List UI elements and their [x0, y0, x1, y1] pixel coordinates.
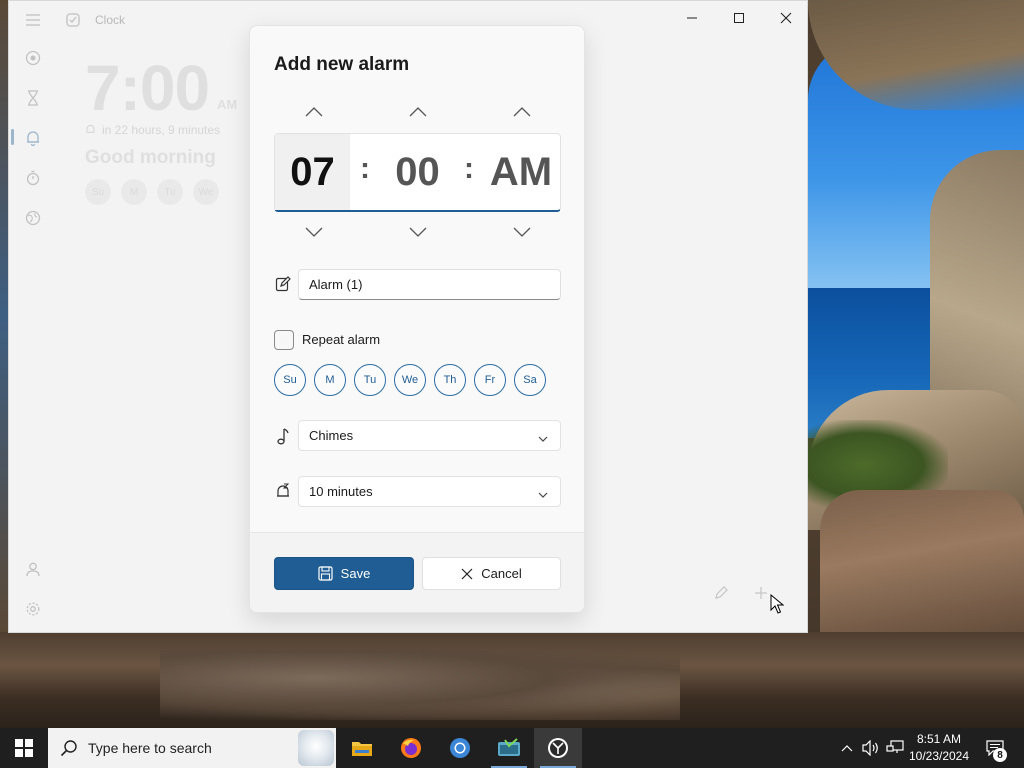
taskbar-time: 8:51 AM	[916, 732, 962, 746]
network-button[interactable]	[884, 728, 906, 768]
account-icon[interactable]	[23, 559, 43, 579]
chevron-down-icon	[538, 486, 548, 501]
time-separator: :	[464, 152, 474, 185]
timer-icon[interactable]	[23, 88, 43, 108]
network-icon	[886, 740, 904, 753]
alarm-card-day: M	[121, 179, 147, 205]
stopwatch-icon[interactable]	[23, 168, 43, 188]
clock-app-icon	[65, 12, 81, 28]
alarm-sound-dropdown[interactable]: Chimes	[298, 420, 561, 451]
windows-logo-icon	[15, 739, 33, 757]
settings-gear-icon[interactable]	[23, 599, 43, 619]
minute-down-chevron-icon[interactable]	[398, 220, 438, 244]
taskbar-file-explorer[interactable]	[338, 728, 386, 768]
active-nav-indicator	[11, 129, 14, 145]
add-alarm-dialog: Add new alarm 07 : 00 : AM Alarm (1) Rep…	[249, 25, 585, 613]
save-label: Save	[340, 566, 371, 581]
time-picker[interactable]: 07 : 00 : AM	[274, 133, 561, 212]
clock-window: Clock 7:00 AM in 22 hours, 9 minutes Goo…	[8, 0, 808, 633]
snooze-icon	[274, 482, 292, 500]
plus-icon	[755, 587, 767, 599]
search-placeholder: Type here to search	[88, 740, 212, 756]
cancel-button[interactable]: Cancel	[422, 557, 561, 590]
mouse-cursor-icon	[770, 594, 784, 614]
firefox-icon	[401, 738, 421, 758]
day-toggle-tuesday[interactable]: Tu	[354, 364, 386, 396]
save-button[interactable]: Save	[274, 557, 414, 590]
alarm-card-countdown: in 22 hours, 9 minutes	[85, 123, 220, 137]
minute-up-chevron-icon[interactable]	[398, 100, 438, 124]
alarm-sound-value: Chimes	[309, 428, 354, 443]
world-clock-icon[interactable]	[23, 208, 43, 228]
sidebar	[9, 1, 61, 632]
minimize-button[interactable]	[669, 1, 715, 35]
focus-sessions-icon[interactable]	[23, 48, 43, 68]
cancel-label: Cancel	[481, 566, 522, 581]
taskbar-date: 10/23/2024	[908, 749, 970, 763]
edit-name-icon	[274, 275, 292, 293]
alarm-name-input[interactable]: Alarm (1)	[298, 269, 561, 300]
clock-icon	[548, 738, 568, 758]
alarm-card-day: Su	[85, 179, 111, 205]
snooze-time-value: 10 minutes	[309, 484, 373, 499]
day-toggle-sunday[interactable]: Su	[274, 364, 306, 396]
alarm-card-name: Good morning	[85, 147, 216, 168]
taskbar-search-box[interactable]: Type here to search	[48, 728, 336, 768]
ampm-up-chevron-icon[interactable]	[502, 100, 542, 124]
close-button[interactable]	[763, 1, 807, 35]
folder-icon	[352, 742, 372, 756]
app-title: Clock	[95, 13, 126, 27]
notification-count-badge: 8	[993, 748, 1007, 762]
time-separator: :	[360, 152, 370, 185]
music-note-icon	[274, 427, 292, 445]
dialog-title: Add new alarm	[274, 54, 410, 75]
chrome-icon	[450, 738, 470, 758]
chevron-down-icon	[538, 430, 548, 445]
edit-alarms-button[interactable]	[701, 573, 741, 613]
ampm-down-chevron-icon[interactable]	[502, 220, 542, 244]
hour-selector[interactable]: 07	[275, 134, 350, 210]
taskbar-firefox[interactable]	[387, 728, 435, 768]
alarm-icon[interactable]	[23, 128, 43, 148]
volume-button[interactable]	[860, 728, 882, 768]
search-icon	[60, 740, 77, 757]
day-toggle-wednesday[interactable]: We	[394, 364, 426, 396]
repeat-alarm-checkbox[interactable]	[274, 330, 294, 350]
background-alarm-card: 7:00 AM in 22 hours, 9 minutes Good morn…	[69, 41, 269, 231]
pencil-icon	[715, 586, 728, 599]
repeat-days: Su M Tu We Th Fr Sa	[274, 364, 546, 396]
save-disk-icon	[318, 566, 333, 581]
taskbar-clock-app[interactable]	[534, 728, 582, 768]
day-toggle-friday[interactable]: Fr	[474, 364, 506, 396]
search-highlight-image[interactable]	[298, 730, 334, 766]
taskbar: Type here to search 8:51 AM 10/23/2024 8	[0, 728, 1024, 768]
app-window-icon	[498, 738, 520, 756]
taskbar-chrome[interactable]	[436, 728, 484, 768]
chevron-up-icon	[841, 745, 853, 752]
taskbar-terminal-app[interactable]	[485, 728, 533, 768]
day-toggle-monday[interactable]: M	[314, 364, 346, 396]
action-center-button[interactable]	[980, 728, 1010, 768]
dialog-footer: Save Cancel	[250, 532, 584, 612]
close-icon	[461, 568, 473, 579]
minute-selector[interactable]: 00	[375, 134, 460, 210]
alarm-card-ampm: AM	[217, 97, 238, 112]
alarm-card-day: Tu	[157, 179, 183, 205]
hamburger-menu-icon[interactable]	[23, 10, 43, 30]
show-hidden-icons-button[interactable]	[836, 728, 858, 768]
hour-down-chevron-icon[interactable]	[294, 220, 334, 244]
alarm-card-time: 7:00	[85, 52, 210, 124]
maximize-button[interactable]	[716, 1, 762, 35]
speaker-icon	[862, 740, 878, 756]
hour-up-chevron-icon[interactable]	[294, 100, 334, 124]
ampm-selector[interactable]: AM	[480, 134, 562, 210]
day-toggle-saturday[interactable]: Sa	[514, 364, 546, 396]
snooze-time-dropdown[interactable]: 10 minutes	[298, 476, 561, 507]
day-toggle-thursday[interactable]: Th	[434, 364, 466, 396]
repeat-alarm-label[interactable]: Repeat alarm	[302, 332, 380, 347]
start-button[interactable]	[0, 728, 48, 768]
alarm-card-day: We	[193, 179, 219, 205]
alarm-card-days: Su M Tu We	[85, 179, 219, 205]
